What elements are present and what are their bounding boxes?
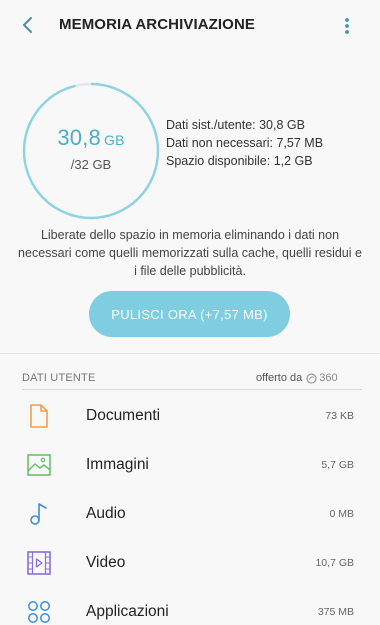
document-icon [30, 404, 48, 428]
storage-used: 30,8 GB [22, 125, 160, 151]
more-options-button[interactable] [334, 13, 360, 39]
page-title: MEMORIA ARCHIVIAZIONE [59, 16, 255, 33]
music-note-icon [30, 503, 47, 525]
sponsor-brand: 360 [306, 372, 338, 384]
item-size: 5,7 GB [321, 459, 354, 471]
storage-used-unit: GB [103, 132, 125, 148]
item-size: 375 MB [317, 606, 354, 618]
stat-available: Spazio disponibile: 1,2 GB [166, 154, 313, 168]
brand-logo-icon [306, 372, 317, 384]
storage-total: /32 GB [70, 157, 112, 172]
list-item-audio[interactable]: Audio 0 MB [0, 489, 380, 538]
video-icon [27, 551, 51, 575]
list-item-apps[interactable]: Applicazioni 375 MB [0, 587, 380, 625]
clean-now-button[interactable]: PULISCI ORA (+7,57 MB) [89, 291, 290, 337]
list-item-video[interactable]: Video 10,7 GB [0, 538, 380, 587]
storage-stats: Dati sist./utente: 30,8 GB Dati non nece… [166, 116, 323, 170]
more-vertical-icon [345, 18, 349, 34]
item-name: Applicazioni [86, 603, 169, 620]
chevron-left-icon [23, 17, 32, 33]
storage-usage-ring [22, 82, 160, 220]
list-item-images[interactable]: Immagini 5,7 GB [0, 440, 380, 489]
storage-used-value: 30,8 [57, 125, 101, 150]
item-size: 0 MB [329, 508, 354, 520]
apps-icon [28, 601, 50, 623]
user-data-list: Documenti 73 KB Immagini 5,7 GB Audio 0 … [0, 391, 380, 625]
item-size: 10,7 GB [315, 557, 354, 569]
back-button[interactable] [14, 11, 42, 39]
sponsor-brand-text: 360 [319, 372, 338, 384]
cleanup-description: Liberate dello spazio in memoria elimina… [18, 228, 362, 278]
section-title: DATI UTENTE [22, 372, 96, 384]
item-name: Documenti [86, 407, 161, 424]
item-name: Immagini [86, 456, 149, 473]
sponsor-credit: offerto da 360 [256, 372, 338, 384]
sponsor-label: offerto da [256, 372, 303, 384]
list-item-documents[interactable]: Documenti 73 KB [0, 391, 380, 440]
item-name: Audio [86, 505, 126, 522]
app-header: MEMORIA ARCHIVIAZIONE [0, 0, 380, 50]
stat-system-user: Dati sist./utente: 30,8 GB [166, 118, 305, 132]
section-divider [22, 389, 362, 390]
item-name: Video [86, 554, 126, 571]
image-icon [27, 454, 51, 476]
stat-unnecessary: Dati non necessari: 7,57 MB [166, 136, 324, 150]
item-size: 73 KB [325, 410, 354, 422]
